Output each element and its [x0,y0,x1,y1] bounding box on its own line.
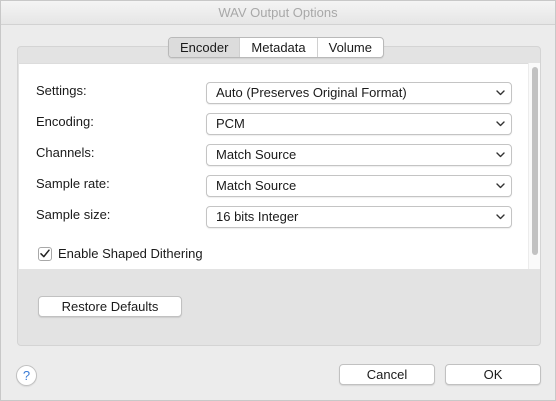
checkmark-icon [40,249,50,258]
scrollbar-thumb[interactable] [532,67,538,255]
chevron-down-icon [495,207,505,227]
sample-size-label: Sample size: [36,207,111,222]
question-mark-icon: ? [22,368,31,383]
tab-metadata[interactable]: Metadata [239,38,316,57]
sample-rate-label: Sample rate: [36,176,110,191]
window-title: WAV Output Options [1,1,555,25]
encoding-label: Encoding: [36,114,94,129]
channels-label: Channels: [36,145,95,160]
channels-select[interactable]: Match Source [206,144,512,166]
encoding-select[interactable]: PCM [206,113,512,135]
settings-select[interactable]: Auto (Preserves Original Format) [206,82,512,104]
help-button[interactable]: ? [16,365,37,386]
shaped-dithering-label: Enable Shaped Dithering [58,246,203,261]
channels-value: Match Source [216,147,297,162]
restore-defaults-button[interactable]: Restore Defaults [38,296,182,317]
shaped-dithering-row[interactable]: Enable Shaped Dithering [38,246,203,261]
ok-button[interactable]: OK [445,364,541,385]
sample-rate-value: Match Source [216,178,297,193]
tab-encoder[interactable]: Encoder [169,38,240,57]
sample-size-value: 16 bits Integer [216,209,299,224]
dialog-window: WAV Output Options Encoder Metadata Volu… [0,0,556,401]
tab-volume[interactable]: Volume [316,38,383,57]
chevron-down-icon [495,176,505,196]
cancel-button[interactable]: Cancel [339,364,435,385]
chevron-down-icon [495,114,505,134]
tab-bar: Encoder Metadata Volume [168,37,384,58]
chevron-down-icon [495,83,505,103]
encoding-value: PCM [216,116,245,131]
sample-size-select[interactable]: 16 bits Integer [206,206,512,228]
shaped-dithering-checkbox[interactable] [38,246,52,261]
chevron-down-icon [495,145,505,165]
sample-rate-select[interactable]: Match Source [206,175,512,197]
panel-scrollbar[interactable] [528,63,540,269]
settings-label: Settings: [36,83,87,98]
settings-value: Auto (Preserves Original Format) [216,85,407,100]
